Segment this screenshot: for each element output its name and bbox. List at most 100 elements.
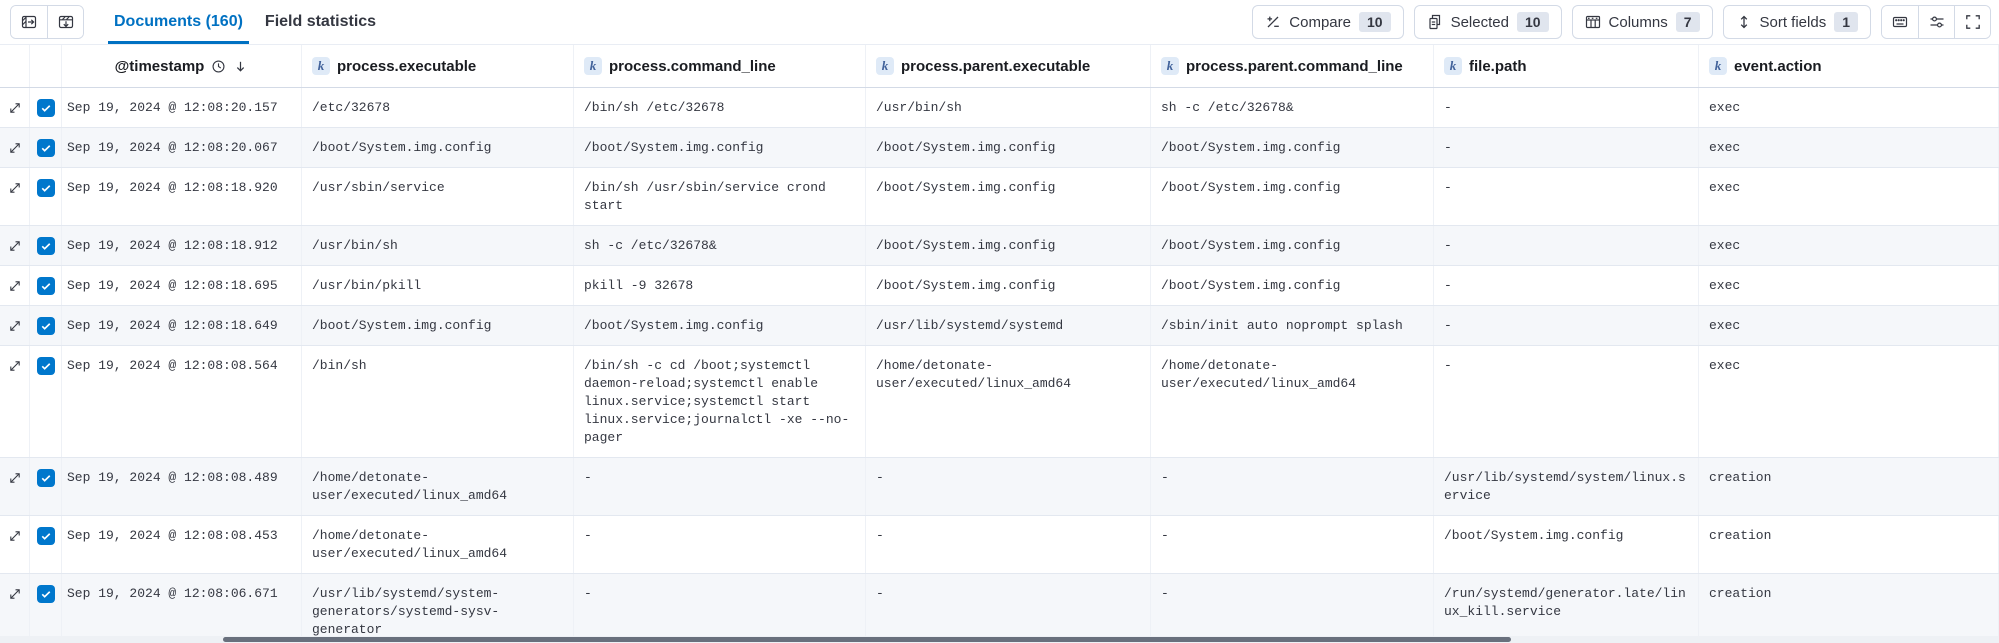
sort-descending-icon[interactable] [233, 59, 248, 74]
horizontal-scrollbar-thumb[interactable] [223, 637, 1511, 642]
cell-timestamp[interactable]: Sep 19, 2024 @ 12:08:08.489 [62, 458, 302, 515]
cell-process-executable[interactable]: /usr/sbin/service [302, 168, 574, 225]
row-checkbox[interactable] [37, 99, 55, 117]
cell-file-path[interactable]: - [1434, 306, 1699, 345]
cell-process-command-line[interactable]: - [574, 516, 866, 573]
selected-button[interactable]: Selected 10 [1414, 5, 1562, 39]
cell-process-command-line[interactable]: /boot/System.img.config [574, 128, 866, 167]
column-header-event-action[interactable]: kevent.action [1699, 45, 1999, 87]
column-header-process-command-line[interactable]: kprocess.command_line [574, 45, 866, 87]
cell-process-executable[interactable]: /home/detonate-user/executed/linux_amd64 [302, 516, 574, 573]
cell-event-action[interactable]: creation [1699, 516, 1999, 573]
cell-process-parent-executable[interactable]: /boot/System.img.config [866, 168, 1151, 225]
cell-process-executable[interactable]: /home/detonate-user/executed/linux_amd64 [302, 458, 574, 515]
cell-file-path[interactable]: /boot/System.img.config [1434, 516, 1699, 573]
tab-field-statistics[interactable]: Field statistics [259, 0, 382, 44]
cell-timestamp[interactable]: Sep 19, 2024 @ 12:08:06.671 [62, 574, 302, 643]
cell-event-action[interactable]: exec [1699, 226, 1999, 265]
cell-timestamp[interactable]: Sep 19, 2024 @ 12:08:08.453 [62, 516, 302, 573]
cell-process-executable[interactable]: /bin/sh [302, 346, 574, 457]
cell-process-executable[interactable]: /etc/32678 [302, 88, 574, 127]
cell-process-parent-command-line[interactable]: /boot/System.img.config [1151, 128, 1434, 167]
row-checkbox[interactable] [37, 139, 55, 157]
expand-row-button[interactable] [8, 181, 22, 195]
column-header-process-executable[interactable]: kprocess.executable [302, 45, 574, 87]
cell-process-executable[interactable]: /boot/System.img.config [302, 306, 574, 345]
cell-event-action[interactable]: exec [1699, 168, 1999, 225]
cell-process-parent-executable[interactable]: /home/detonate-user/executed/linux_amd64 [866, 346, 1151, 457]
column-header-process-parent-command-line[interactable]: kprocess.parent.command_line [1151, 45, 1434, 87]
cell-process-parent-command-line[interactable]: /boot/System.img.config [1151, 168, 1434, 225]
cell-process-parent-command-line[interactable]: /sbin/init auto noprompt splash [1151, 306, 1434, 345]
toggle-sidebar-button[interactable] [11, 6, 47, 38]
cell-event-action[interactable]: creation [1699, 574, 1999, 643]
row-checkbox[interactable] [37, 357, 55, 375]
cell-file-path[interactable]: - [1434, 226, 1699, 265]
cell-process-parent-command-line[interactable]: /home/detonate-user/executed/linux_amd64 [1151, 346, 1434, 457]
cell-process-parent-command-line[interactable]: - [1151, 516, 1434, 573]
cell-event-action[interactable]: exec [1699, 306, 1999, 345]
cell-timestamp[interactable]: Sep 19, 2024 @ 12:08:20.067 [62, 128, 302, 167]
column-header-timestamp[interactable]: @timestamp [62, 45, 302, 87]
expand-row-button[interactable] [8, 101, 22, 115]
cell-process-executable[interactable]: /usr/bin/pkill [302, 266, 574, 305]
cell-process-command-line[interactable]: - [574, 574, 866, 643]
cell-process-parent-command-line[interactable]: /boot/System.img.config [1151, 266, 1434, 305]
cell-process-command-line[interactable]: /bin/sh /etc/32678 [574, 88, 866, 127]
row-checkbox[interactable] [37, 469, 55, 487]
cell-timestamp[interactable]: Sep 19, 2024 @ 12:08:08.564 [62, 346, 302, 457]
toggle-histogram-button[interactable] [47, 6, 83, 38]
row-checkbox[interactable] [37, 317, 55, 335]
cell-process-parent-executable[interactable]: - [866, 516, 1151, 573]
cell-file-path[interactable]: - [1434, 88, 1699, 127]
cell-process-parent-executable[interactable]: /boot/System.img.config [866, 128, 1151, 167]
cell-process-parent-executable[interactable]: /usr/lib/systemd/systemd [866, 306, 1151, 345]
cell-process-parent-executable[interactable]: /usr/bin/sh [866, 88, 1151, 127]
fullscreen-button[interactable] [1954, 6, 1990, 38]
cell-file-path[interactable]: - [1434, 128, 1699, 167]
cell-timestamp[interactable]: Sep 19, 2024 @ 12:08:18.695 [62, 266, 302, 305]
cell-process-executable[interactable]: /usr/bin/sh [302, 226, 574, 265]
keyboard-shortcuts-button[interactable] [1882, 6, 1918, 38]
column-header-file-path[interactable]: kfile.path [1434, 45, 1699, 87]
cell-event-action[interactable]: exec [1699, 346, 1999, 457]
expand-row-button[interactable] [8, 279, 22, 293]
columns-button[interactable]: Columns 7 [1572, 5, 1713, 39]
column-header-process-parent-executable[interactable]: kprocess.parent.executable [866, 45, 1151, 87]
cell-process-executable[interactable]: /boot/System.img.config [302, 128, 574, 167]
tab-documents[interactable]: Documents (160) [108, 0, 249, 44]
row-checkbox[interactable] [37, 527, 55, 545]
expand-row-button[interactable] [8, 471, 22, 485]
cell-process-command-line[interactable]: - [574, 458, 866, 515]
cell-process-parent-executable[interactable]: - [866, 458, 1151, 515]
cell-file-path[interactable]: - [1434, 168, 1699, 225]
horizontal-scrollbar-track[interactable] [0, 636, 1999, 643]
cell-process-command-line[interactable]: /bin/sh -c cd /boot;systemctl daemon-rel… [574, 346, 866, 457]
cell-process-parent-command-line[interactable]: sh -c /etc/32678& [1151, 88, 1434, 127]
cell-file-path[interactable]: /run/systemd/generator.late/linux_kill.s… [1434, 574, 1699, 643]
expand-row-button[interactable] [8, 239, 22, 253]
cell-process-parent-executable[interactable]: /boot/System.img.config [866, 266, 1151, 305]
cell-process-parent-command-line[interactable]: - [1151, 574, 1434, 643]
cell-process-parent-command-line[interactable]: /boot/System.img.config [1151, 226, 1434, 265]
expand-row-button[interactable] [8, 529, 22, 543]
row-checkbox[interactable] [37, 585, 55, 603]
cell-event-action[interactable]: creation [1699, 458, 1999, 515]
cell-process-parent-executable[interactable]: - [866, 574, 1151, 643]
row-checkbox[interactable] [37, 277, 55, 295]
cell-process-parent-executable[interactable]: /boot/System.img.config [866, 226, 1151, 265]
cell-timestamp[interactable]: Sep 19, 2024 @ 12:08:18.649 [62, 306, 302, 345]
row-checkbox[interactable] [37, 237, 55, 255]
cell-event-action[interactable]: exec [1699, 128, 1999, 167]
cell-file-path[interactable]: /usr/lib/systemd/system/linux.service [1434, 458, 1699, 515]
expand-row-button[interactable] [8, 141, 22, 155]
cell-timestamp[interactable]: Sep 19, 2024 @ 12:08:18.920 [62, 168, 302, 225]
cell-process-executable[interactable]: /usr/lib/systemd/system-generators/syste… [302, 574, 574, 643]
sort-fields-button[interactable]: Sort fields 1 [1723, 5, 1872, 39]
compare-button[interactable]: Compare 10 [1252, 5, 1403, 39]
cell-process-command-line[interactable]: /boot/System.img.config [574, 306, 866, 345]
cell-process-command-line[interactable]: sh -c /etc/32678& [574, 226, 866, 265]
expand-row-button[interactable] [8, 587, 22, 601]
cell-process-parent-command-line[interactable]: - [1151, 458, 1434, 515]
cell-event-action[interactable]: exec [1699, 266, 1999, 305]
